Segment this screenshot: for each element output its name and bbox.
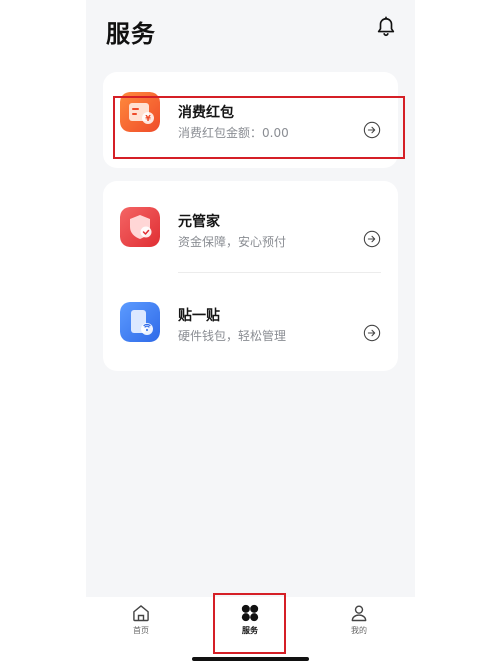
arrow-right-circle-icon[interactable] — [363, 230, 381, 248]
svg-text:¥: ¥ — [145, 114, 151, 123]
nfc-card-icon — [120, 302, 160, 342]
page-title: 服务 — [106, 20, 156, 48]
red-packet-title: 消费红包 — [178, 105, 234, 121]
tap-pay-subtitle: 硬件钱包，轻松管理 — [178, 329, 287, 343]
tab-home-label: 首页 — [133, 626, 149, 635]
red-packet-subtitle: 消费红包金额：0.00 — [178, 126, 289, 140]
app-screen: 服务 ¥ 消费红包 消费红包金额：0.00 元管家 资金保障，安心预付 贴一贴 … — [86, 0, 415, 667]
red-packet-card: ¥ 消费红包 消费红包金额：0.00 — [103, 72, 398, 168]
guardian-item[interactable]: 元管家 资金保障，安心预付 — [103, 189, 398, 269]
shield-check-icon — [120, 207, 160, 247]
red-packet-icon: ¥ — [120, 92, 160, 132]
tab-mine[interactable]: 我的 — [329, 603, 389, 643]
arrow-right-circle-icon[interactable] — [363, 121, 381, 139]
tap-pay-item[interactable]: 贴一贴 硬件钱包，轻松管理 — [103, 283, 398, 363]
home-indicator — [192, 657, 309, 661]
service-list-card: 元管家 资金保障，安心预付 贴一贴 硬件钱包，轻松管理 — [103, 181, 398, 371]
divider — [178, 272, 381, 273]
tab-services[interactable]: 服务 — [220, 603, 280, 643]
guardian-title: 元管家 — [178, 214, 220, 230]
guardian-subtitle: 资金保障，安心预付 — [178, 235, 287, 249]
red-packet-item[interactable]: ¥ 消费红包 消费红包金额：0.00 — [103, 80, 398, 160]
tap-pay-title: 贴一贴 — [178, 308, 220, 324]
tab-home[interactable]: 首页 — [111, 603, 171, 643]
tab-mine-label: 我的 — [351, 626, 367, 635]
home-icon — [133, 605, 149, 622]
arrow-right-circle-icon[interactable] — [363, 324, 381, 342]
four-petal-grid-icon — [241, 604, 259, 622]
page-header: 服务 — [106, 14, 395, 48]
bell-icon[interactable] — [375, 16, 397, 38]
bottom-tab-bar: 首页 服务 我的 — [86, 597, 415, 667]
tab-services-label: 服务 — [242, 626, 258, 635]
user-icon — [351, 605, 367, 622]
